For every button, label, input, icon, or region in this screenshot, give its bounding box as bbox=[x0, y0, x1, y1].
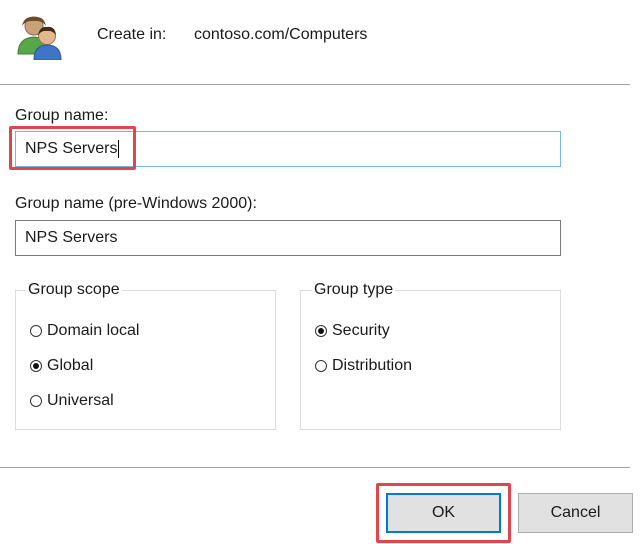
radio-button-selected[interactable] bbox=[315, 325, 327, 337]
pre2000-name-value: NPS Servers bbox=[25, 229, 118, 246]
scope-option-label: Domain local bbox=[47, 322, 140, 339]
pre2000-name-label: Group name (pre-Windows 2000): bbox=[15, 195, 257, 212]
scope-option-label: Universal bbox=[47, 392, 114, 409]
type-security-option[interactable]: Security bbox=[315, 322, 390, 340]
group-scope-title: Group scope bbox=[26, 281, 122, 299]
radio-button-selected[interactable] bbox=[30, 360, 42, 372]
create-in-label: Create in: bbox=[97, 26, 167, 43]
group-type-title: Group type bbox=[312, 281, 396, 299]
type-distribution-option[interactable]: Distribution bbox=[315, 357, 412, 375]
type-option-label: Security bbox=[332, 322, 390, 339]
ok-button-highlight bbox=[376, 483, 511, 543]
group-name-highlight bbox=[9, 126, 136, 170]
cancel-button[interactable]: Cancel bbox=[518, 493, 633, 533]
cancel-button-label: Cancel bbox=[550, 504, 601, 521]
radio-button[interactable] bbox=[30, 325, 42, 337]
radio-button[interactable] bbox=[30, 395, 42, 407]
footer-separator bbox=[0, 467, 630, 468]
scope-global-option[interactable]: Global bbox=[30, 357, 93, 375]
pre2000-name-input[interactable]: NPS Servers bbox=[15, 220, 561, 256]
type-option-label: Distribution bbox=[332, 357, 413, 374]
group-name-label: Group name: bbox=[15, 107, 109, 124]
scope-option-label: Global bbox=[47, 357, 94, 374]
radio-button[interactable] bbox=[315, 360, 327, 372]
group-users-icon bbox=[14, 14, 66, 61]
create-in-path: contoso.com/Computers bbox=[194, 26, 368, 43]
scope-domain-local-option[interactable]: Domain local bbox=[30, 322, 139, 340]
scope-universal-option[interactable]: Universal bbox=[30, 392, 114, 410]
header-separator bbox=[0, 84, 630, 85]
